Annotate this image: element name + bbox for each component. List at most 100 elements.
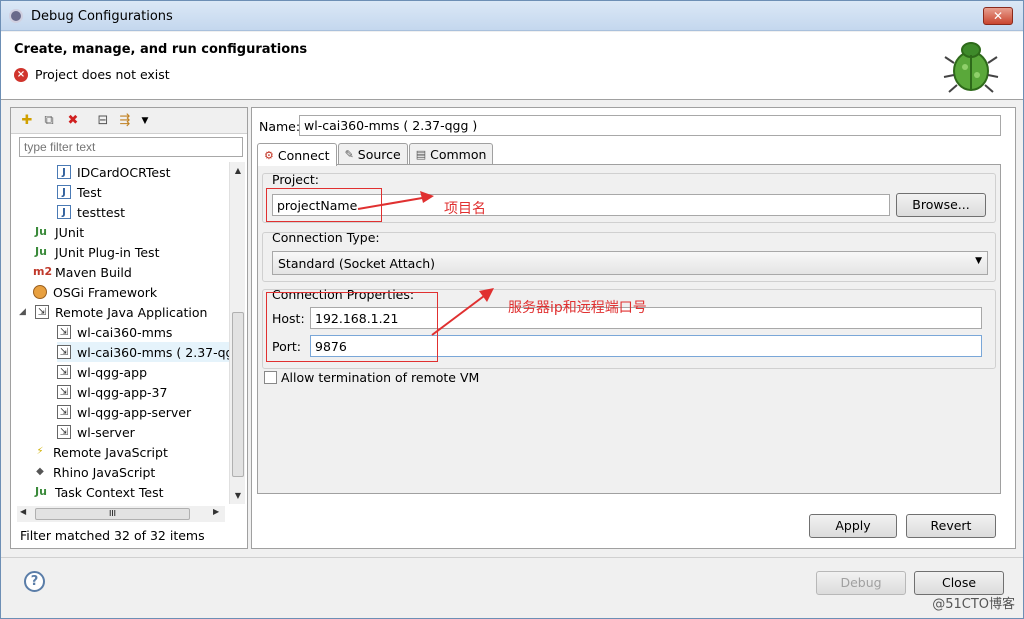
- help-icon[interactable]: ?: [24, 571, 45, 592]
- tree-item-label: Remote JavaScript: [53, 444, 168, 460]
- new-config-icon[interactable]: ✚: [19, 113, 35, 129]
- tree-item[interactable]: ⚡ Remote JavaScript: [33, 442, 168, 462]
- tree-item-label: Rhino JavaScript: [53, 464, 156, 480]
- debug-bug-icon: [943, 42, 999, 93]
- name-label: Name:: [259, 119, 301, 134]
- launch-config-toolbar: ✚ ⧉ ✖ ⊟ ⇶ ▼: [11, 108, 247, 134]
- error-message: × Project does not exist: [14, 67, 170, 82]
- maven-icon: m2: [33, 265, 53, 278]
- expand-triangle-icon[interactable]: ◢: [19, 307, 29, 317]
- filter-configs-icon[interactable]: ⇶: [117, 113, 133, 129]
- remote-java-icon: ⇲: [57, 425, 71, 439]
- connection-annotation: 服务器ip和远程端口号: [508, 300, 647, 316]
- horizontal-scroll-thumb[interactable]: III: [35, 508, 190, 520]
- tree-item[interactable]: OSGi Framework: [33, 282, 157, 302]
- remote-java-icon: ⇲: [57, 385, 71, 399]
- allow-termination-label: Allow termination of remote VM: [281, 370, 480, 385]
- tree-item[interactable]: ⇲ wl-qgg-app-server: [57, 402, 191, 422]
- close-window-button[interactable]: ✕: [983, 7, 1013, 25]
- tree-item[interactable]: ⇲ wl-cai360-mms ( 2.37-qgg: [57, 342, 229, 362]
- revert-button[interactable]: Revert: [906, 514, 996, 538]
- scroll-up-icon[interactable]: ▲: [230, 166, 246, 175]
- remote-javascript-icon: ⚡: [36, 446, 44, 457]
- tree-item-label: JUnit Plug-in Test: [55, 244, 160, 260]
- tree-item[interactable]: ⇲ wl-cai360-mms: [57, 322, 172, 342]
- duplicate-config-icon[interactable]: ⧉: [41, 113, 57, 129]
- error-text: Project does not exist: [35, 67, 170, 82]
- tree-item[interactable]: ⇲ wl-qgg-app: [57, 362, 147, 382]
- tree-vertical-scrollbar[interactable]: ▲ ▼: [229, 162, 245, 504]
- vertical-scroll-thumb[interactable]: [232, 312, 244, 477]
- connection-type-label: Connection Type:: [272, 230, 380, 245]
- apply-button[interactable]: Apply: [809, 514, 897, 538]
- osgi-icon: [33, 285, 47, 299]
- junit-test-icon: J: [57, 185, 71, 199]
- common-icon: ▤: [415, 148, 427, 161]
- connection-type-value: Standard (Socket Attach): [278, 256, 435, 271]
- junit-test-icon: J: [57, 165, 71, 179]
- tree-item-label: JUnit: [55, 224, 85, 240]
- tab-source[interactable]: ✎ Source: [337, 143, 408, 165]
- tree-item-label: wl-cai360-mms: [77, 324, 173, 340]
- tree-item[interactable]: J Test: [57, 182, 102, 202]
- tree-item[interactable]: ◆ Rhino JavaScript: [33, 462, 155, 482]
- scroll-left-icon[interactable]: ◀: [20, 507, 26, 516]
- dropdown-chevron-down-icon: ▼: [975, 256, 982, 266]
- tree-item-label: IDCardOCRTest: [77, 164, 171, 180]
- tree-item[interactable]: ⇲ wl-server: [57, 422, 135, 442]
- tree-item-label: wl-qgg-app-37: [77, 384, 168, 400]
- connection-type-select[interactable]: Standard (Socket Attach) ▼: [272, 251, 988, 275]
- tree-item[interactable]: Ju JUnit Plug-in Test: [33, 242, 159, 262]
- scroll-down-icon[interactable]: ▼: [230, 491, 246, 500]
- remote-java-icon: ⇲: [57, 365, 71, 379]
- junit-test-icon: J: [57, 205, 71, 219]
- tab-common-label: Common: [430, 147, 487, 162]
- tree-item-label: OSGi Framework: [53, 284, 158, 300]
- watermark: @51CTO博客: [932, 597, 1015, 612]
- configuration-list-panel: ✚ ⧉ ✖ ⊟ ⇶ ▼ J IDCardOCRTest J Test Jtesttest…: [10, 107, 248, 549]
- remote-java-icon: ⇲: [35, 305, 49, 319]
- tab-connect[interactable]: ⚙ Connect: [257, 143, 337, 166]
- tree-item[interactable]: m2 Maven Build: [33, 262, 132, 282]
- project-annotation: 项目名: [444, 201, 486, 217]
- tree-item[interactable]: ⇲ wl-qgg-app-37: [57, 382, 167, 402]
- tree-item[interactable]: J IDCardOCRTest: [57, 162, 171, 182]
- tree-item-label: wl-server: [77, 424, 135, 440]
- eclipse-icon: [9, 9, 23, 23]
- checkbox-box[interactable]: [264, 371, 277, 384]
- tab-connect-label: Connect: [277, 147, 330, 163]
- junit-icon: Ju: [35, 485, 47, 498]
- tree-item[interactable]: Ju JUnit: [33, 222, 84, 242]
- tree-item[interactable]: Jtesttest: [57, 202, 125, 222]
- dialog-header: Create, manage, and run configurations ×…: [1, 32, 1023, 100]
- debug-configurations-window: Debug Configurations ✕ Create, manage, a…: [0, 0, 1024, 619]
- title-bar: Debug Configurations ✕: [1, 1, 1023, 31]
- dialog-heading: Create, manage, and run configurations: [14, 42, 308, 57]
- tree-item-label: Remote Java Application: [55, 304, 208, 320]
- name-input[interactable]: wl-cai360-mms ( 2.37-qgg ): [299, 115, 1001, 136]
- junit-icon: Ju: [35, 225, 47, 238]
- filter-input[interactable]: [19, 137, 243, 157]
- view-menu-chevron-down-icon[interactable]: ▼: [137, 113, 153, 129]
- collapse-all-icon[interactable]: ⊟: [95, 113, 111, 129]
- tree-item-label: testtest: [77, 204, 126, 220]
- close-button[interactable]: Close: [914, 571, 1004, 595]
- tree-item[interactable]: Ju Task Context Test: [33, 482, 163, 502]
- project-label: Project:: [272, 172, 319, 187]
- delete-config-icon[interactable]: ✖: [65, 113, 81, 129]
- debug-button[interactable]: Debug: [816, 571, 906, 595]
- configuration-editor-panel: Name: wl-cai360-mms ( 2.37-qgg ) ⚙ Conne…: [251, 107, 1016, 549]
- browse-button[interactable]: Browse...: [896, 193, 986, 217]
- window-title: Debug Configurations: [31, 9, 173, 24]
- footer-separator: [1, 557, 1023, 558]
- tab-common[interactable]: ▤ Common: [408, 143, 494, 165]
- project-arrow-icon: [357, 191, 434, 210]
- junit-icon: Ju: [35, 245, 47, 258]
- remote-java-icon: ⇲: [57, 325, 71, 339]
- tree-item[interactable]: ◢ ⇲ Remote Java Application: [19, 302, 207, 322]
- scroll-right-icon[interactable]: ▶: [213, 507, 219, 516]
- tree-horizontal-scrollbar[interactable]: ◀ III ▶: [17, 506, 225, 522]
- tree-item-label: wl-qgg-app-server: [77, 404, 192, 420]
- allow-termination-checkbox[interactable]: Allow termination of remote VM: [264, 370, 479, 385]
- rhino-icon: ◆: [36, 466, 44, 477]
